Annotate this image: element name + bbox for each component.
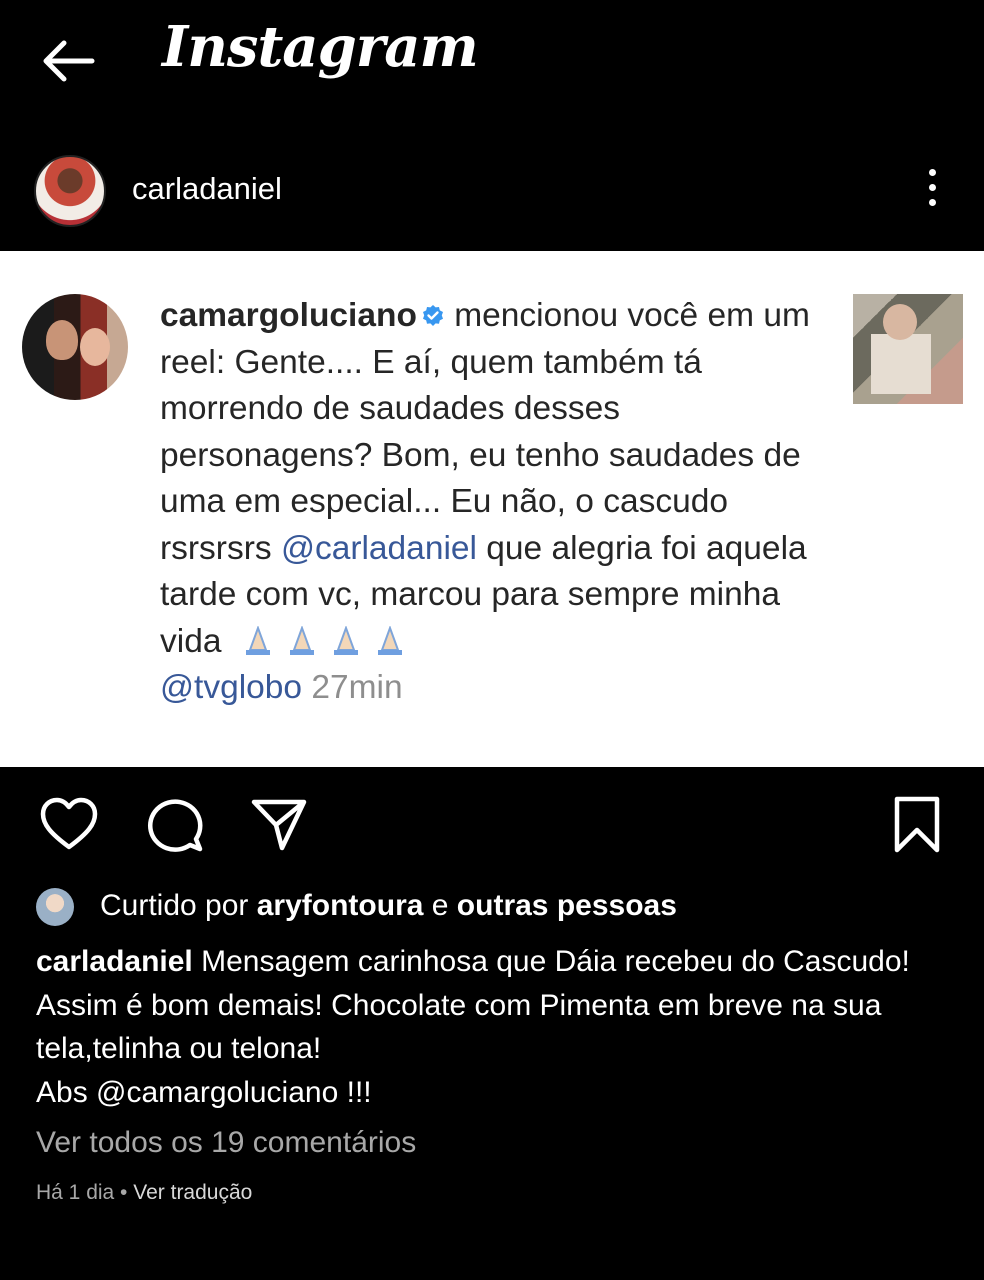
verified-badge-icon bbox=[422, 305, 443, 326]
back-arrow-icon[interactable] bbox=[38, 36, 98, 86]
post-author-avatar[interactable] bbox=[34, 155, 106, 227]
action-bar bbox=[0, 767, 984, 887]
reel-thumbnail[interactable] bbox=[853, 294, 963, 404]
liker-username[interactable]: aryfontoura bbox=[257, 889, 424, 922]
mention-author-avatar bbox=[22, 294, 128, 400]
caption-line2: Assim é bom demais! Chocolate com Piment… bbox=[36, 988, 882, 1066]
bookmark-icon[interactable] bbox=[892, 795, 942, 855]
post-image-notification[interactable]: camargoluciano mencionou você em um reel… bbox=[0, 251, 984, 767]
post-caption: carladaniel Mensagem carinhosa que Dáia … bbox=[36, 940, 966, 1114]
notification-time: 27min bbox=[302, 669, 403, 706]
likes-row[interactable]: Curtido por aryfontoura e outras pessoas bbox=[36, 886, 677, 927]
translate-link[interactable]: Ver tradução bbox=[133, 1181, 252, 1204]
praying-hands-emoji bbox=[246, 625, 403, 655]
post-author-username[interactable]: carladaniel bbox=[132, 171, 282, 207]
mention-link-tvglobo[interactable]: @tvglobo bbox=[160, 669, 302, 706]
liker-avatar bbox=[36, 888, 74, 927]
instagram-logo: Instagram bbox=[162, 14, 479, 80]
comment-icon[interactable] bbox=[146, 797, 204, 853]
share-icon[interactable] bbox=[250, 797, 308, 853]
likes-middle: e bbox=[423, 889, 457, 922]
likes-prefix: Curtido por bbox=[100, 889, 257, 922]
post-meta: Há 1 dia • Ver tradução bbox=[36, 1181, 252, 1205]
notification-text: camargoluciano mencionou você em um reel… bbox=[160, 293, 830, 712]
heart-icon[interactable] bbox=[40, 797, 98, 851]
likes-others[interactable]: outras pessoas bbox=[457, 889, 677, 922]
caption-line3: Abs @camargoluciano !!! bbox=[36, 1075, 372, 1109]
top-bar: Instagram bbox=[0, 0, 984, 125]
caption-line1: Mensagem carinhosa que Dáia recebeu do C… bbox=[192, 945, 910, 978]
caption-username[interactable]: carladaniel bbox=[36, 945, 193, 978]
post-time: Há 1 dia bbox=[36, 1181, 115, 1204]
kebab-menu-icon[interactable] bbox=[924, 169, 940, 213]
mention-author-username: camargoluciano bbox=[160, 297, 417, 334]
post-header: carladaniel bbox=[0, 125, 984, 251]
meta-separator: • bbox=[114, 1181, 134, 1204]
mention-link-carladaniel[interactable]: @carladaniel bbox=[281, 530, 477, 567]
view-comments-link[interactable]: Ver todos os 19 comentários bbox=[36, 1126, 416, 1160]
